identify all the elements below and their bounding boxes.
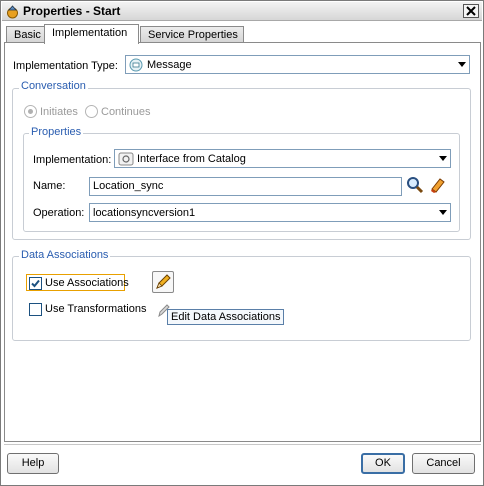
chevron-down-icon — [458, 62, 466, 67]
use-associations-label: Use Associations — [45, 277, 129, 289]
footer-divider — [4, 444, 481, 445]
continues-radio[interactable] — [85, 105, 98, 118]
implementation-select[interactable]: Interface from Catalog — [114, 149, 451, 168]
initiates-label: Initiates — [40, 106, 78, 118]
initiates-radio[interactable] — [24, 105, 37, 118]
tab-service-properties[interactable]: Service Properties — [140, 26, 244, 43]
continues-label: Continues — [101, 106, 151, 118]
properties-dialog: Properties - Start Basic Implementation … — [0, 0, 484, 486]
conversation-title: Conversation — [19, 80, 88, 92]
tab-basic[interactable]: Basic — [6, 26, 46, 43]
pencil-icon — [156, 274, 171, 289]
message-icon — [129, 58, 143, 71]
operation-label: Operation: — [33, 207, 85, 219]
use-transformations-label: Use Transformations — [45, 303, 147, 315]
data-associations-group — [12, 256, 471, 341]
edit-associations-button[interactable] — [152, 271, 174, 293]
chevron-down-icon — [439, 156, 447, 161]
implementation-label: Implementation: — [33, 154, 112, 166]
close-icon — [466, 6, 476, 16]
implementation-type-select[interactable]: Message — [125, 55, 470, 74]
use-transformations-checkbox[interactable] — [29, 303, 42, 316]
operation-select[interactable]: locationsyncversion1 — [89, 203, 451, 222]
title-bar[interactable]: Properties - Start — [2, 2, 482, 21]
implementation-type-label: Implementation Type: — [13, 60, 118, 72]
help-button[interactable]: Help — [7, 453, 59, 474]
app-icon — [7, 5, 18, 19]
close-button[interactable] — [463, 4, 479, 18]
implementation-panel: Implementation Type: Message Conversatio… — [4, 42, 481, 442]
operation-value: locationsyncversion1 — [93, 206, 196, 219]
window-title: Properties - Start — [23, 4, 121, 18]
tab-implementation[interactable]: Implementation — [44, 24, 139, 44]
chevron-down-icon — [439, 210, 447, 215]
edit-data-associations-tooltip: Edit Data Associations — [167, 309, 285, 325]
implementation-value: Interface from Catalog — [137, 152, 246, 165]
properties-title: Properties — [29, 126, 84, 138]
name-label: Name: — [33, 180, 66, 192]
implementation-type-value: Message — [147, 58, 192, 71]
name-field[interactable]: Location_sync — [89, 177, 402, 196]
interface-icon — [118, 152, 134, 165]
eraser-icon[interactable] — [429, 176, 447, 194]
check-icon — [31, 279, 40, 288]
search-icon[interactable] — [406, 176, 424, 194]
use-associations-checkbox[interactable] — [29, 277, 42, 290]
data-associations-title: Data Associations — [19, 249, 111, 261]
cancel-button[interactable]: Cancel — [412, 453, 475, 474]
ok-button[interactable]: OK — [361, 453, 405, 474]
